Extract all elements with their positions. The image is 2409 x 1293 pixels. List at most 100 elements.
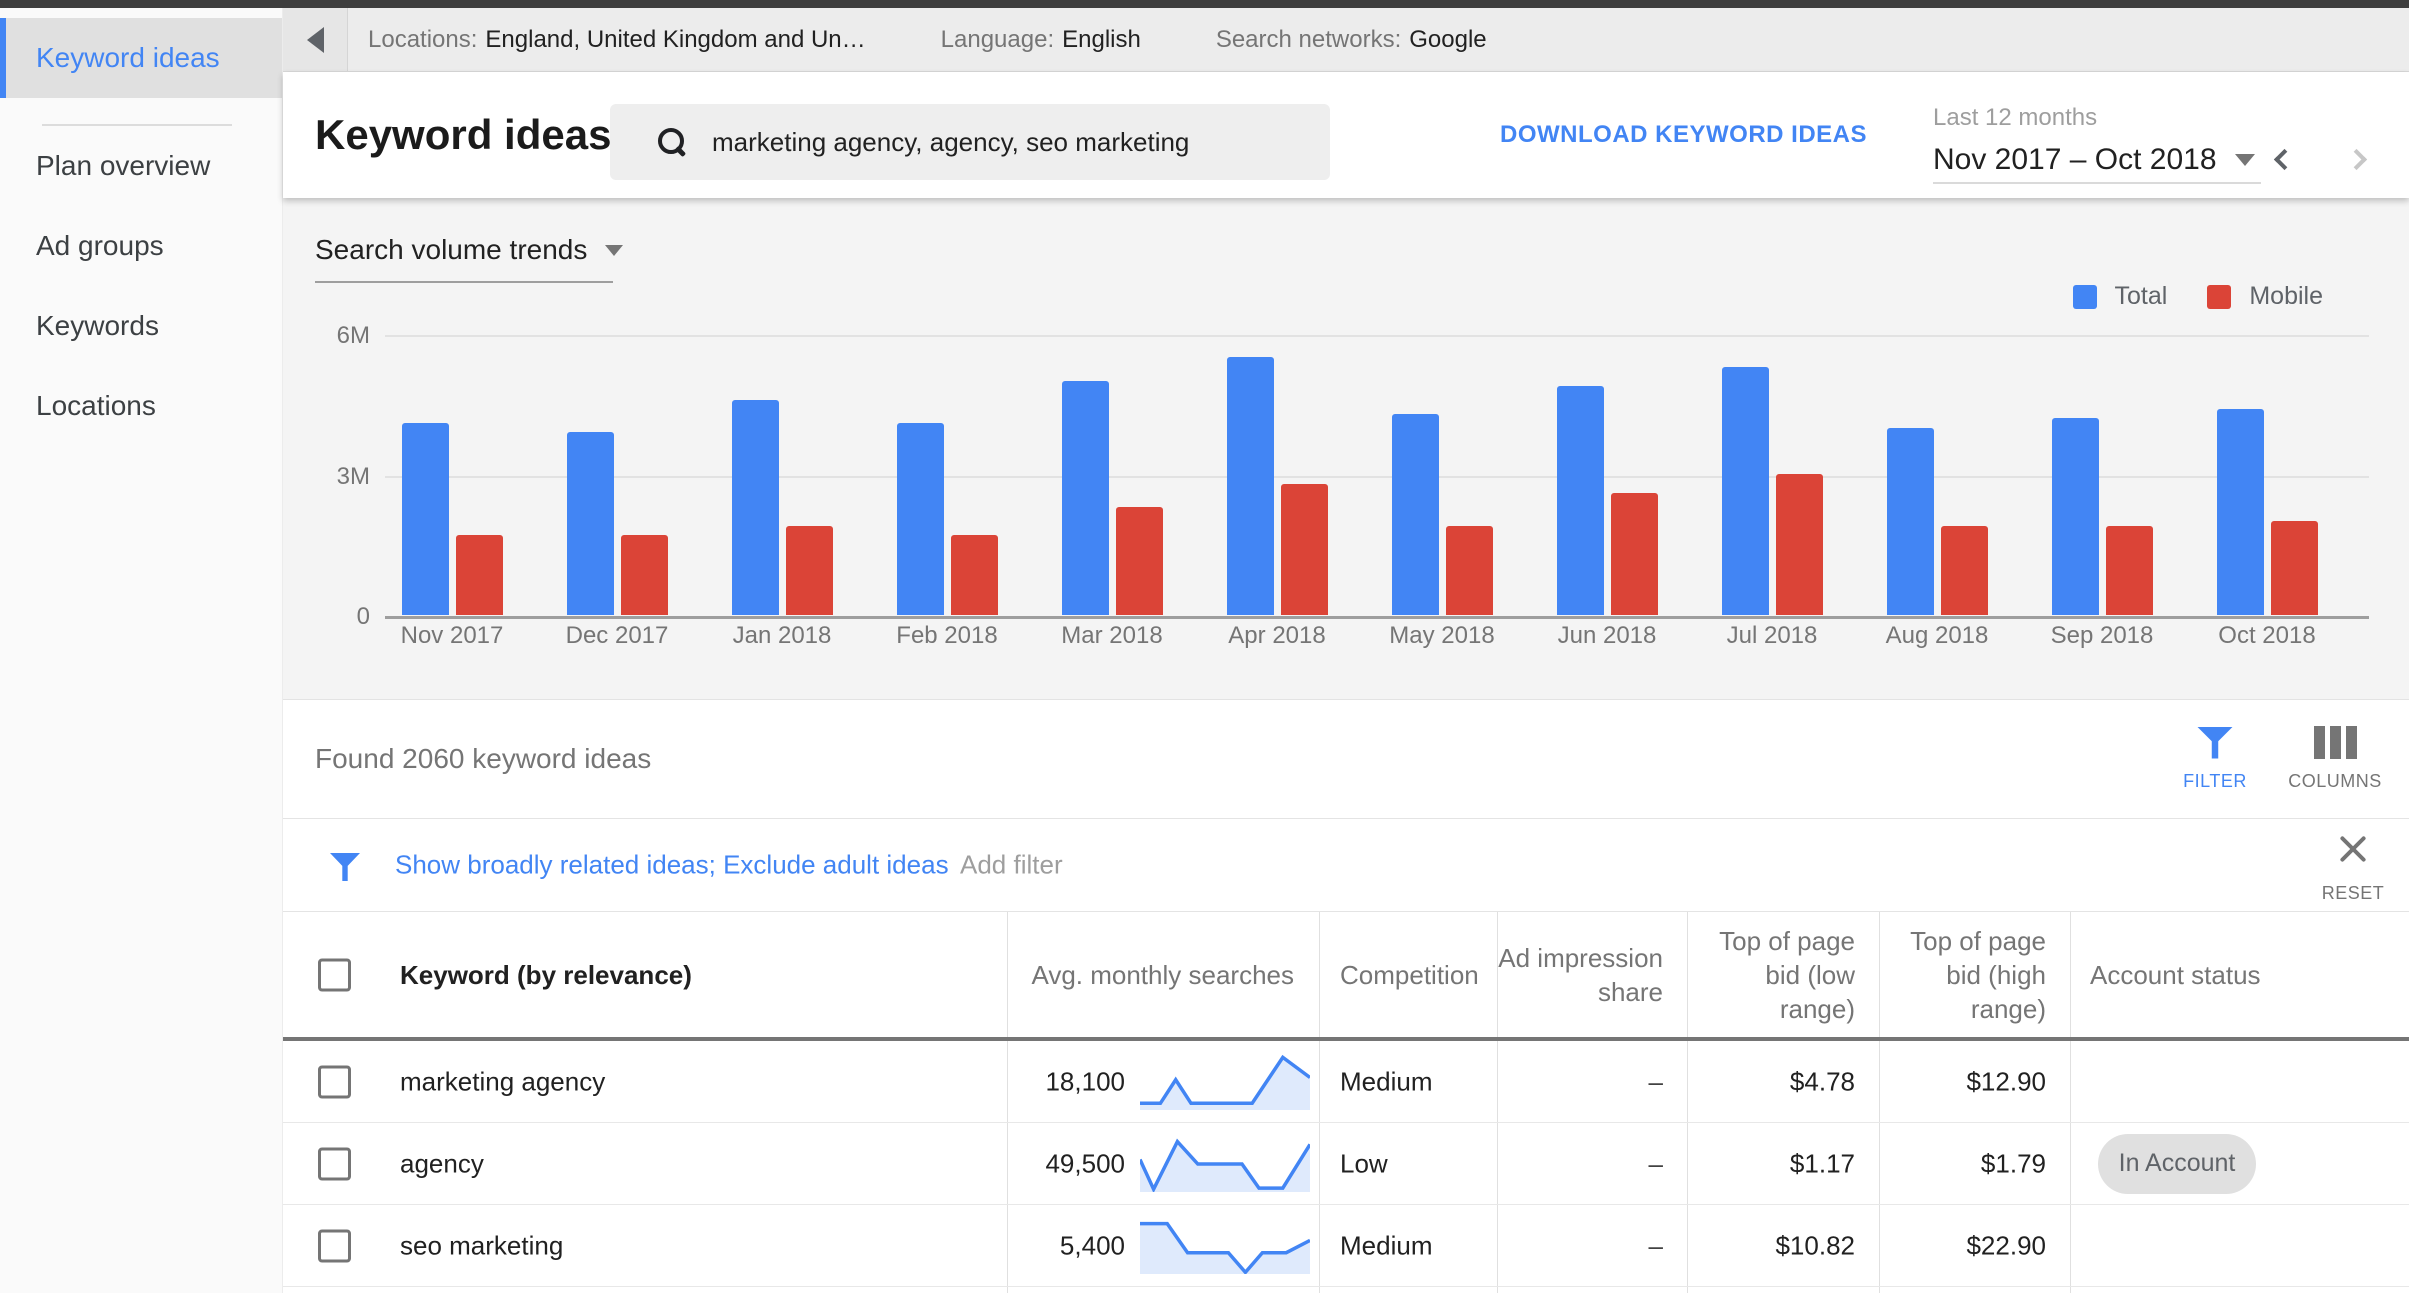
- bar-group: [1527, 386, 1687, 615]
- bar-total: [1061, 381, 1109, 615]
- language-setting[interactable]: Language: English: [941, 8, 1141, 71]
- bar-total: [1556, 386, 1604, 615]
- results-summary-bar: Found 2060 keyword ideas FILTER COLUMNS: [283, 700, 2409, 819]
- select-all-checkbox[interactable]: [318, 958, 351, 991]
- header-avg-monthly-searches[interactable]: Avg. monthly searches: [983, 958, 1294, 992]
- keyword-cell: seo marketing: [400, 1230, 564, 1260]
- locations-label: Locations:: [368, 25, 478, 53]
- previous-period-button[interactable]: [2273, 148, 2296, 171]
- row-checkbox[interactable]: [318, 1147, 351, 1180]
- bar-group: [1032, 381, 1192, 615]
- competition-cell: Medium: [1340, 1066, 1433, 1096]
- bar-total: [896, 423, 944, 615]
- date-range-selector[interactable]: Nov 2017 – Oct 2018: [1933, 138, 2261, 184]
- ad-impression-share-cell: –: [1648, 1148, 1663, 1178]
- x-axis-label: Mar 2018: [1061, 622, 1163, 649]
- table-row[interactable]: seo marketing 5,400 Medium – $10.82 $22.…: [283, 1205, 2409, 1287]
- sidebar-item-locations[interactable]: Locations: [0, 366, 282, 446]
- locations-setting[interactable]: Locations: England, United Kingdom and U…: [368, 8, 866, 71]
- reset-label: RESET: [2321, 883, 2385, 903]
- keyword-search-input[interactable]: [710, 125, 1310, 159]
- bid-high-cell: $12.90: [1966, 1066, 2046, 1096]
- bar-mobile: [1445, 526, 1493, 615]
- page-header: Keyword ideas DOWNLOAD KEYWORD IDEAS Las…: [283, 72, 2409, 198]
- keyword-search-box: [610, 104, 1330, 180]
- page-title: Keyword ideas: [315, 111, 612, 158]
- avg-searches-cell: 18,100: [1045, 1066, 1125, 1096]
- search-volume-section: Search volume trends Total Mobile 6M 3M …: [283, 198, 2409, 700]
- columns-button-label: COLUMNS: [2288, 771, 2382, 791]
- bar-mobile: [1115, 507, 1163, 615]
- keyword-cell: agency: [400, 1148, 484, 1178]
- y-axis-tick: 6M: [336, 322, 370, 349]
- header-ad-impression-share[interactable]: Ad impression share: [1483, 941, 1663, 1009]
- columns-button[interactable]: COLUMNS: [2275, 726, 2395, 792]
- bar-total: [2216, 409, 2264, 615]
- bar-total: [731, 400, 779, 615]
- chevron-down-icon: [2235, 154, 2255, 166]
- bar-mobile: [2270, 521, 2318, 615]
- chart-legend: Total Mobile: [2072, 282, 2345, 311]
- bar-total: [566, 432, 614, 615]
- back-button[interactable]: [283, 8, 348, 71]
- table-row[interactable]: agency 49,500 Low – $1.17 $1.79 In Accou…: [283, 1123, 2409, 1205]
- y-axis-tick: 0: [356, 603, 370, 630]
- x-axis-label: Oct 2018: [2218, 622, 2316, 649]
- bar-mobile: [1280, 484, 1328, 615]
- bar-group: [1692, 367, 1852, 615]
- bar-mobile: [455, 535, 503, 615]
- header-account-status[interactable]: Account status: [2090, 958, 2261, 992]
- x-axis-label: Feb 2018: [896, 622, 998, 649]
- search-networks-setting[interactable]: Search networks: Google: [1216, 8, 1487, 71]
- date-range-value: Nov 2017 – Oct 2018: [1933, 143, 2217, 176]
- avg-searches-cell: 5,400: [1059, 1230, 1125, 1260]
- x-axis-label: Jan 2018: [732, 622, 832, 649]
- bar-total: [1391, 414, 1439, 615]
- bar-total: [401, 423, 449, 615]
- table-header-row: Keyword (by relevance) Avg. monthly sear…: [283, 912, 2409, 1041]
- status-badge: In Account: [2098, 1133, 2256, 1194]
- table-row[interactable]: marketing agency 18,100 Medium – $4.78 $…: [283, 1041, 2409, 1123]
- reset-filters-button[interactable]: RESET: [2305, 819, 2401, 911]
- bar-mobile: [1610, 493, 1658, 615]
- bar-total: [1226, 357, 1274, 615]
- competition-cell: Low: [1340, 1148, 1388, 1178]
- keyword-planner-app: Keyword ideas Plan overview Ad groups Ke…: [0, 0, 2409, 1293]
- search-networks-value: Google: [1409, 25, 1487, 53]
- x-axis-label: Jul 2018: [1726, 622, 1818, 649]
- sidebar-item-label: Ad groups: [36, 230, 164, 261]
- chart-type-dropdown[interactable]: Search volume trends: [315, 234, 624, 266]
- ad-impression-share-cell: –: [1648, 1066, 1663, 1096]
- keyword-cell: marketing agency: [400, 1066, 606, 1096]
- bid-high-cell: $1.79: [1980, 1148, 2046, 1178]
- search-icon: [658, 127, 688, 157]
- add-filter-button[interactable]: Add filter: [960, 850, 1063, 881]
- x-axis-label: Jun 2018: [1557, 622, 1657, 649]
- bar-group: [1197, 357, 1357, 615]
- bar-total: [1886, 428, 1934, 615]
- header-top-of-page-bid-low[interactable]: Top of page bid (low range): [1713, 924, 1855, 1026]
- sidebar-item-ad-groups[interactable]: Ad groups: [0, 206, 282, 286]
- header-keyword[interactable]: Keyword (by relevance): [400, 958, 692, 992]
- row-checkbox[interactable]: [318, 1065, 351, 1098]
- row-checkbox[interactable]: [318, 1229, 351, 1262]
- filter-button[interactable]: FILTER: [2155, 726, 2275, 792]
- next-period-button[interactable]: [2345, 148, 2368, 171]
- active-filters-link[interactable]: Show broadly related ideas; Exclude adul…: [395, 850, 949, 881]
- found-count-text: Found 2060 keyword ideas: [315, 743, 652, 774]
- sidebar-item-keyword-ideas[interactable]: Keyword ideas: [0, 18, 282, 98]
- window-top-strip: [0, 0, 2409, 8]
- sidebar-item-keywords[interactable]: Keywords: [0, 286, 282, 366]
- filter-button-label: FILTER: [2183, 770, 2247, 791]
- chevron-down-icon: [605, 244, 624, 256]
- sidebar-item-plan-overview[interactable]: Plan overview: [0, 126, 282, 206]
- sidebar-item-label: Locations: [36, 390, 156, 421]
- download-keyword-ideas-button[interactable]: DOWNLOAD KEYWORD IDEAS: [1500, 121, 1867, 149]
- x-axis-label: Sep 2018: [2050, 622, 2154, 649]
- header-competition[interactable]: Competition: [1340, 958, 1479, 992]
- sidebar: Keyword ideas Plan overview Ad groups Ke…: [0, 8, 283, 1293]
- header-top-of-page-bid-high[interactable]: Top of page bid (high range): [1903, 924, 2046, 1026]
- trend-sparkline: [1140, 1054, 1310, 1110]
- trend-sparkline: [1140, 1136, 1310, 1192]
- filter-icon: [330, 853, 360, 881]
